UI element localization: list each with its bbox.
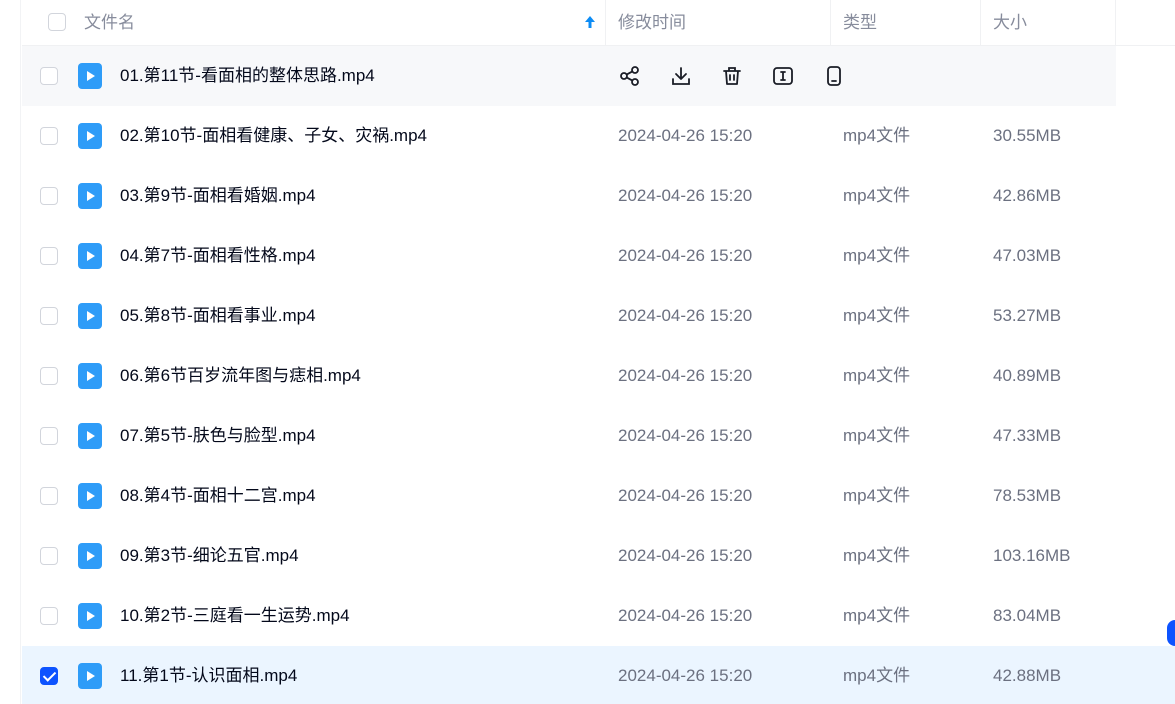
file-type: mp4文件	[843, 366, 911, 385]
modified-time: 2024-04-26 15:20	[618, 546, 753, 565]
file-size: 103.16MB	[993, 546, 1071, 565]
table-header: 文件名 修改时间 类型 大小	[22, 0, 1175, 46]
file-name[interactable]: 02.第10节-面相看健康、子女、灾祸.mp4	[120, 106, 427, 166]
share-icon[interactable]	[618, 64, 642, 88]
table-row[interactable]: 03.第9节-面相看婚姻.mp4 2024-04-26 15:20 mp4文件 42.…	[22, 166, 1175, 226]
arrow-up-icon[interactable]	[583, 14, 597, 30]
table-row[interactable]: 04.第7节-面相看性格.mp4 2024-04-26 15:20 mp4文件 47.…	[22, 226, 1175, 286]
column-divider[interactable]	[1115, 0, 1116, 45]
table-row[interactable]: 06.第6节百岁流年图与痣相.mp4 2024-04-26 15:20 mp4文件 4…	[22, 346, 1175, 406]
modified-time: 2024-04-26 15:20	[618, 486, 753, 505]
table-row[interactable]: 09.第3节-细论五官.mp4 2024-04-26 15:20 mp4文件 103.…	[22, 526, 1175, 586]
modified-time: 2024-04-26 15:20	[618, 426, 753, 445]
video-file-icon	[78, 183, 102, 209]
file-size: 47.33MB	[993, 426, 1062, 445]
row-checkbox[interactable]	[40, 547, 58, 565]
file-size: 40.89MB	[993, 366, 1062, 385]
modified-time: 2024-04-26 15:20	[618, 366, 753, 385]
file-name[interactable]: 05.第8节-面相看事业.mp4	[120, 286, 316, 346]
video-file-icon	[78, 303, 102, 329]
column-header-type[interactable]: 类型	[843, 0, 877, 45]
file-name[interactable]: 11.第1节-认识面相.mp4	[120, 646, 297, 704]
row-checkbox[interactable]	[40, 667, 58, 685]
table-row[interactable]: 01.第11节-看面相的整体思路.mp4	[22, 46, 1116, 106]
select-all-checkbox[interactable]	[48, 13, 66, 31]
row-checkbox[interactable]	[40, 247, 58, 265]
modified-time: 2024-04-26 15:20	[618, 186, 753, 205]
file-list-view: 文件名 修改时间 类型 大小 01.第11节-看面相的整体思路.mp4 02.第1…	[0, 0, 1175, 704]
file-size: 42.88MB	[993, 666, 1062, 685]
modified-time: 2024-04-26 15:20	[618, 126, 753, 145]
file-type: mp4文件	[843, 546, 911, 565]
file-name[interactable]: 03.第9节-面相看婚姻.mp4	[120, 166, 316, 226]
file-type: mp4文件	[843, 606, 911, 625]
video-file-icon	[78, 363, 102, 389]
column-divider[interactable]	[605, 0, 606, 45]
modified-time: 2024-04-26 15:20	[618, 306, 753, 325]
video-file-icon	[78, 423, 102, 449]
file-type: mp4文件	[843, 666, 911, 685]
column-header-name[interactable]: 文件名	[84, 0, 135, 45]
modified-time: 2024-04-26 15:20	[618, 246, 753, 265]
file-name[interactable]: 10.第2节-三庭看一生运势.mp4	[120, 586, 350, 646]
table-row[interactable]: 07.第5节-肤色与脸型.mp4 2024-04-26 15:20 mp4文件 47.…	[22, 406, 1175, 466]
video-file-icon	[78, 123, 102, 149]
file-name[interactable]: 06.第6节百岁流年图与痣相.mp4	[120, 346, 361, 406]
row-checkbox[interactable]	[40, 427, 58, 445]
file-size: 30.55MB	[993, 126, 1062, 145]
video-file-icon	[78, 243, 102, 269]
trash-icon[interactable]	[720, 64, 744, 88]
table-row[interactable]: 10.第2节-三庭看一生运势.mp4 2024-04-26 15:20 mp4文件 8…	[22, 586, 1175, 646]
video-file-icon	[78, 603, 102, 629]
table-row[interactable]: 05.第8节-面相看事业.mp4 2024-04-26 15:20 mp4文件 53.…	[22, 286, 1175, 346]
row-checkbox[interactable]	[40, 607, 58, 625]
file-size: 83.04MB	[993, 606, 1062, 625]
row-checkbox[interactable]	[40, 307, 58, 325]
table-row[interactable]: 11.第1节-认识面相.mp4 2024-04-26 15:20 mp4文件 42.8…	[22, 646, 1175, 704]
column-divider[interactable]	[980, 0, 981, 45]
row-checkbox[interactable]	[40, 127, 58, 145]
video-file-icon	[78, 543, 102, 569]
file-type: mp4文件	[843, 486, 911, 505]
file-type: mp4文件	[843, 306, 911, 325]
modified-time: 2024-04-26 15:20	[618, 606, 753, 625]
column-header-size[interactable]: 大小	[993, 0, 1027, 45]
video-file-icon	[78, 483, 102, 509]
mobile-phone-icon[interactable]	[822, 64, 846, 88]
floating-scroll-button[interactable]	[1167, 620, 1175, 646]
modified-time: 2024-04-26 15:20	[618, 666, 753, 685]
file-size: 42.86MB	[993, 186, 1062, 205]
table-row[interactable]: 02.第10节-面相看健康、子女、灾祸.mp4 2024-04-26 15:20 m…	[22, 106, 1175, 166]
video-file-icon	[78, 63, 102, 89]
file-name[interactable]: 09.第3节-细论五官.mp4	[120, 526, 299, 586]
file-name[interactable]: 08.第4节-面相十二宫.mp4	[120, 466, 316, 526]
file-name[interactable]: 04.第7节-面相看性格.mp4	[120, 226, 316, 286]
row-checkbox[interactable]	[40, 367, 58, 385]
row-checkbox[interactable]	[40, 67, 58, 85]
download-icon[interactable]	[669, 64, 693, 88]
column-divider[interactable]	[830, 0, 831, 45]
left-gutter	[0, 0, 21, 704]
file-name[interactable]: 01.第11节-看面相的整体思路.mp4	[120, 46, 375, 106]
file-size: 78.53MB	[993, 486, 1062, 505]
file-rows: 01.第11节-看面相的整体思路.mp4 02.第10节-面相看健康、子女、灾祸.…	[22, 46, 1175, 704]
file-name[interactable]: 07.第5节-肤色与脸型.mp4	[120, 406, 316, 466]
row-checkbox[interactable]	[40, 187, 58, 205]
column-header-time[interactable]: 修改时间	[618, 0, 686, 45]
rename-icon[interactable]	[771, 64, 795, 88]
file-size: 53.27MB	[993, 306, 1062, 325]
file-type: mp4文件	[843, 426, 911, 445]
file-table: 文件名 修改时间 类型 大小 01.第11节-看面相的整体思路.mp4 02.第1…	[22, 0, 1175, 704]
file-type: mp4文件	[843, 186, 911, 205]
file-type: mp4文件	[843, 126, 911, 145]
video-file-icon	[78, 663, 102, 689]
file-size: 47.03MB	[993, 246, 1062, 265]
row-checkbox[interactable]	[40, 487, 58, 505]
file-type: mp4文件	[843, 246, 911, 265]
table-row[interactable]: 08.第4节-面相十二宫.mp4 2024-04-26 15:20 mp4文件 78.…	[22, 466, 1175, 526]
